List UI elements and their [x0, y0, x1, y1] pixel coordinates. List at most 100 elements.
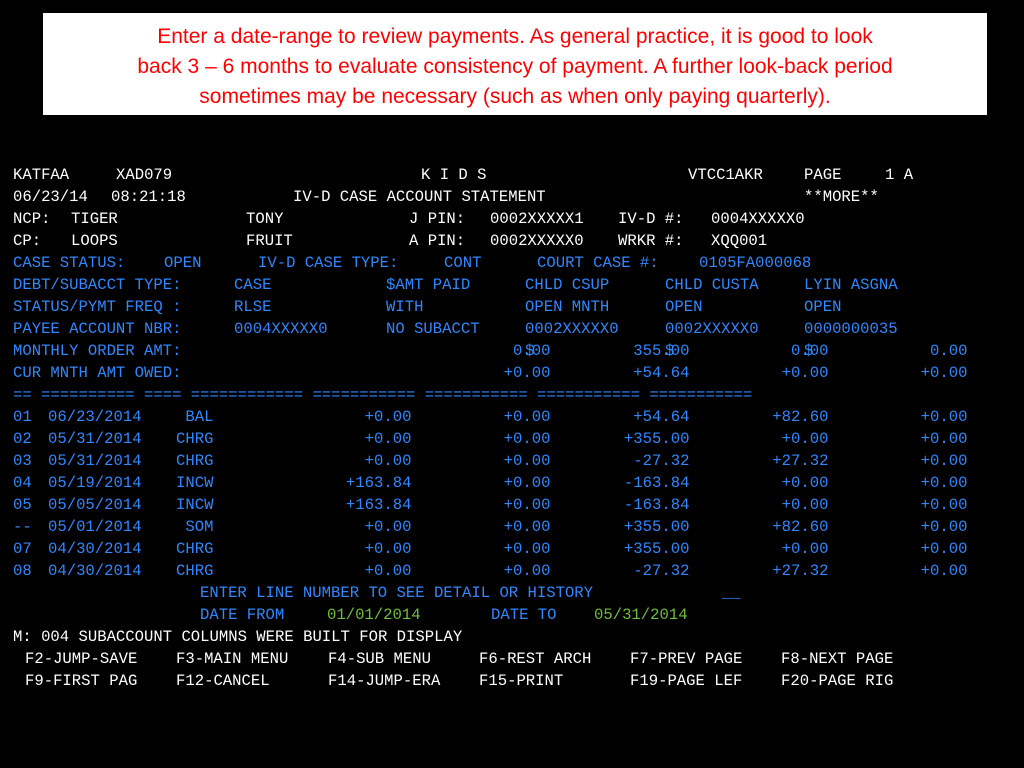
status-col1: RLSE: [234, 298, 272, 316]
status-freq-label: STATUS/PYMT FREQ :: [13, 298, 182, 316]
fkey-f14-button[interactable]: F14-JUMP-ERA: [328, 670, 440, 692]
fkey-label: MAIN MENU: [204, 650, 289, 668]
amount-lyin-asgna: +0.00: [920, 452, 968, 470]
fkey-f12-button[interactable]: F12-CANCEL: [176, 670, 270, 692]
amount-chld-csup: -27.32: [633, 562, 690, 580]
monthly-order-label: MONTHLY ORDER AMT:: [13, 342, 182, 360]
date-from-input[interactable]: 01/01/2014: [327, 604, 421, 626]
amount-lyin-asgna: +0.00: [920, 562, 968, 580]
fkey-separator: -: [648, 650, 659, 668]
program-id: XAD079: [116, 166, 173, 184]
ncp-pin-label: J PIN:: [409, 210, 466, 228]
fkey-f15-button[interactable]: F15-PRINT: [479, 670, 563, 692]
header-row-2: 06/23/14 08:21:18 IV-D CASE ACCOUNT STAT…: [13, 186, 879, 208]
amount-case: +0.00: [364, 430, 412, 448]
ncp-first-name: TONY: [246, 210, 284, 228]
transaction-date: 05/05/2014: [48, 496, 142, 514]
ncp-pin: 0002XXXXX1: [490, 210, 584, 228]
ncp-label: NCP:: [13, 210, 51, 228]
transaction-code: CHRG: [176, 562, 214, 580]
date-from-label: DATE FROM: [200, 606, 285, 624]
ivd-number: 0004XXXXX0: [711, 210, 805, 228]
callout-line: sometimes may be necessary (such as when…: [199, 85, 831, 108]
line-number-input[interactable]: __: [722, 582, 741, 604]
amount-lyin-asgna: +0.00: [920, 430, 968, 448]
case-status-label: CASE STATUS:: [13, 254, 126, 272]
fkey-key: F4: [328, 650, 347, 668]
amount-chld-custa: +82.60: [772, 408, 829, 426]
cp-pin: 0002XXXXX0: [490, 232, 584, 250]
debt-type-col3: CHLD CSUP: [525, 276, 610, 294]
status-col4: OPEN: [665, 298, 703, 316]
transaction-date: 05/31/2014: [48, 452, 142, 470]
table-row: 02 05/31/2014 CHRG +0.00 +0.00 +355.00 +0.00 +0…: [13, 428, 967, 450]
payee-row: PAYEE ACCOUNT NBR: 0004XXXXX0 NO SUBACCT…: [13, 318, 898, 340]
fkey-f8-button[interactable]: F8-NEXT PAGE: [781, 648, 893, 670]
status-col2: WITH: [386, 298, 424, 316]
case-type-label: IV-D CASE TYPE:: [258, 254, 399, 272]
line-number: --: [13, 518, 32, 536]
amount-chld-csup: +355.00: [623, 430, 690, 448]
amount-case: +163.84: [345, 496, 412, 514]
amount-paid: +0.00: [503, 452, 551, 470]
fkey-label: PAGE LEF: [667, 672, 743, 690]
function-key-row: F2-JUMP-SAVE F3-MAIN MENU F4-SUB MENU F6-RE…: [13, 648, 893, 670]
fkey-key: F3: [176, 650, 195, 668]
amount-paid: +0.00: [503, 474, 551, 492]
monthly-col3: 355.00: [633, 342, 690, 360]
transaction-date: 05/31/2014: [48, 430, 142, 448]
date-to-input[interactable]: 05/31/2014: [594, 604, 688, 626]
fkey-f20-button[interactable]: F20-PAGE RIG: [781, 670, 893, 692]
cp-last-name: LOOPS: [71, 232, 118, 250]
transaction-date: 04/30/2014: [48, 562, 142, 580]
amount-chld-csup: +355.00: [623, 540, 690, 558]
divider-line: == ========== ==== ============ ========…: [13, 386, 753, 404]
fkey-f4-button[interactable]: F4-SUB MENU: [328, 648, 431, 670]
fkey-key: F15: [479, 672, 508, 690]
fkey-label: FIRST PAG: [53, 672, 138, 690]
fkey-label: PRINT: [516, 672, 564, 690]
header-row-1: KATFAA XAD079 K I D S VTCC1AKR PAGE 1 A: [13, 164, 913, 186]
case-status-row: CASE STATUS: OPEN IV-D CASE TYPE: CONT C…: [13, 252, 811, 274]
table-row: 01 06/23/2014 BAL +0.00 +0.00 +54.64 +82.60 +0…: [13, 406, 967, 428]
fkey-f7-button[interactable]: F7-PREV PAGE: [630, 648, 742, 670]
line-number: 04: [13, 474, 32, 492]
transaction-date: 05/19/2014: [48, 474, 142, 492]
amount-paid: +0.00: [503, 496, 551, 514]
function-key-row: F9-FIRST PAG F12-CANCEL F14-JUMP-ERA F15-PR…: [13, 670, 893, 692]
line-number: 02: [13, 430, 32, 448]
fkey-label: PREV PAGE: [658, 650, 743, 668]
fkey-f9-button[interactable]: F9-FIRST PAG: [25, 670, 137, 692]
transaction-code: CHRG: [176, 452, 214, 470]
fkey-key: F12: [176, 672, 205, 690]
fkey-f6-button[interactable]: F6-REST ARCH: [479, 648, 591, 670]
status-col5: OPEN: [804, 298, 842, 316]
table-row: 03 05/31/2014 CHRG +0.00 +0.00 -27.32 +27.32 +0…: [13, 450, 967, 472]
amount-chld-custa: +0.00: [781, 496, 829, 514]
line-number: 03: [13, 452, 32, 470]
fkey-label: JUMP-SAVE: [53, 650, 138, 668]
fkey-label: PAGE RIG: [818, 672, 894, 690]
debt-type-col5: LYIN ASGNA: [804, 276, 898, 294]
court-case-label: COURT CASE #:: [537, 254, 659, 272]
payee-col3: 0002XXXXX0: [525, 320, 619, 338]
line-number: 08: [13, 562, 32, 580]
fkey-f3-button[interactable]: F3-MAIN MENU: [176, 648, 288, 670]
fkey-f19-button[interactable]: F19-PAGE LEF: [630, 670, 742, 692]
table-row: -- 05/01/2014 SOM +0.00 +0.00 +355.00 +82.60 +…: [13, 516, 967, 538]
transaction-code: INCW: [176, 496, 214, 514]
table-row: 05 05/05/2014 INCW +163.84 +0.00 -163.84 +0.00…: [13, 494, 967, 516]
fkey-f2-button[interactable]: F2-JUMP-SAVE: [25, 648, 137, 670]
transaction-code: CHRG: [176, 430, 214, 448]
screen-title: IV-D CASE ACCOUNT STATEMENT: [293, 188, 546, 206]
debt-type-label: DEBT/SUBACCT TYPE:: [13, 276, 182, 294]
amount-lyin-asgna: +0.00: [920, 408, 968, 426]
fkey-label: CANCEL: [213, 672, 270, 690]
status-message: M: 004 SUBACCOUNT COLUMNS WERE BUILT FOR…: [13, 628, 463, 646]
cp-first-name: FRUIT: [246, 232, 293, 250]
currency-sign: $: [804, 342, 814, 360]
fkey-key: F19: [630, 672, 659, 690]
amount-case: +0.00: [364, 518, 412, 536]
amount-chld-csup: -163.84: [623, 474, 690, 492]
owed-col5: +0.00: [920, 364, 968, 382]
